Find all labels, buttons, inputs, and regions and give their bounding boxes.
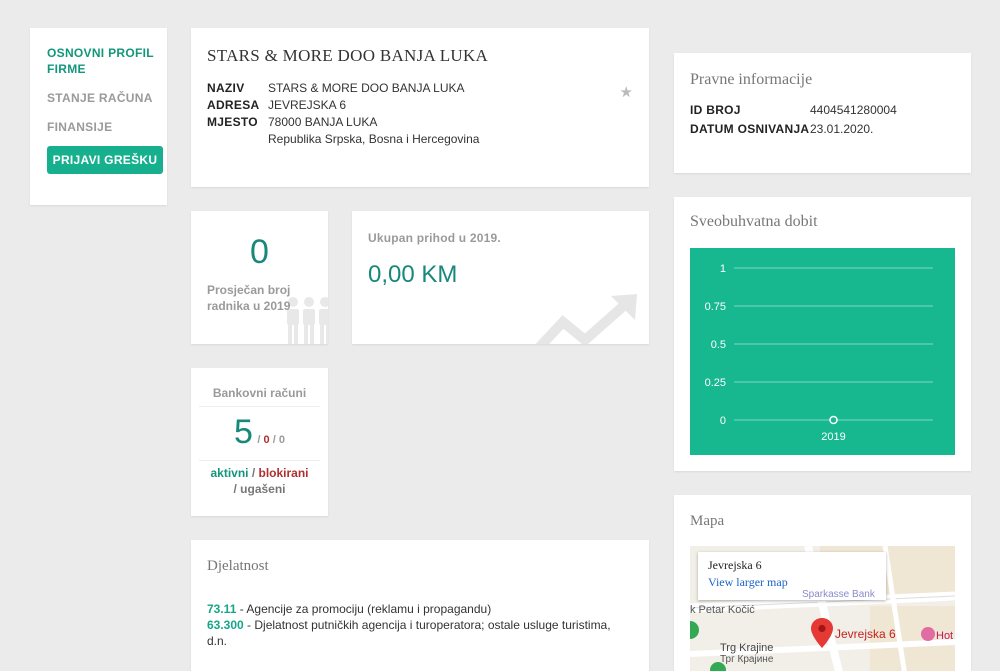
poi-label: Hot (936, 630, 954, 642)
activity-card: Djelatnost 73.11 - Agencije za promociju… (191, 540, 649, 671)
sidebar-item-finansije[interactable]: FINANSIJE (47, 119, 167, 135)
activity-header: Djelatnost (207, 558, 269, 574)
revenue-card: Ukupan prihod u 2019. 0,00 KM (352, 211, 649, 344)
naziv-label: NAZIV (207, 81, 245, 95)
adresa-value: JEVREJSKA 6 (268, 98, 347, 112)
profit-chart: 1 0.75 0.5 0.25 0 2019 (690, 248, 955, 455)
activity-item: 63.300 - Djelatnost putničkih agencija i… (207, 618, 611, 648)
sidebar: OSNOVNI PROFIL FIRME STANJE RAČUNA FINAN… (30, 28, 167, 205)
chart-data-point[interactable] (829, 415, 838, 425)
street-label: k Petar Kočić (690, 604, 755, 616)
activity-item: 73.11 - Agencije za promociju (reklamu i… (207, 602, 492, 616)
map-card: Mapa Jevrejska 6 View larger map k Petar… (674, 495, 971, 671)
chart-y-tick-label: 0 (720, 415, 726, 427)
activity-code: 63.300 (207, 618, 244, 632)
bank-accounts-header: Bankovni računi (199, 386, 320, 407)
profit-header: Sveobuhvatna dobit (690, 213, 818, 230)
profit-chart-svg: 1 0.75 0.5 0.25 0 2019 (705, 263, 933, 443)
activity-code: 73.11 (207, 602, 237, 616)
adresa-label: ADRESA (207, 98, 260, 112)
profit-card: Sveobuhvatna dobit 1 0.75 0.5 0.25 0 2019 (674, 197, 971, 471)
chart-y-tick-label: 1 (720, 263, 726, 275)
marker-label: Jevrejska 6 (835, 627, 896, 641)
map-marker-icon[interactable] (811, 618, 833, 648)
chart-y-tick-label: 0.5 (711, 339, 726, 351)
bank-accounts-counts: 5 / 0 / 0 (234, 413, 285, 451)
region-value: Republika Srpska, Bosna i Hercegovina (268, 132, 480, 146)
bank-legend: aktivni / blokirani / ugašeni (199, 460, 320, 497)
square-label: Trg Krajine (720, 642, 774, 654)
company-card: STARS & MORE DOO BANJA LUKA ★ NAZIV STAR… (191, 28, 649, 187)
star-icon[interactable]: ★ (620, 83, 633, 101)
trend-up-icon (535, 294, 637, 344)
chart-y-tick-label: 0.25 (705, 377, 726, 389)
id-value: 4404541280004 (810, 103, 897, 117)
bank-accounts-card: Bankovni računi 5 / 0 / 0 aktivni / blok… (191, 368, 328, 516)
date-label: DATUM OSNIVANJA (690, 122, 810, 136)
report-error-button[interactable]: PRIJAVI GREŠKU (47, 146, 163, 174)
legal-info-header: Pravne informacije (690, 71, 813, 88)
bank-active-count: 5 (234, 413, 253, 451)
map-view[interactable]: Jevrejska 6 View larger map k Petar Koči… (690, 546, 955, 671)
mjesto-value: 78000 BANJA LUKA (268, 115, 378, 129)
revenue-amount: 0,00 KM (368, 261, 458, 288)
mjesto-label: MJESTO (207, 115, 258, 129)
naziv-value: STARS & MORE DOO BANJA LUKA (268, 81, 465, 95)
workers-count: 0 (250, 233, 269, 271)
activity-text: Agencije za promociju (reklamu i propaga… (246, 602, 492, 616)
company-title: STARS & MORE DOO BANJA LUKA (207, 46, 489, 65)
legal-info-card: Pravne informacije ID BROJ 4404541280004… (674, 53, 971, 173)
revenue-label: Ukupan prihod u 2019. (368, 231, 501, 245)
sidebar-item-osnovni-profil[interactable]: OSNOVNI PROFIL FIRME (47, 45, 167, 77)
company-details: NAZIV STARS & MORE DOO BANJA LUKA ADRESA… (207, 81, 479, 149)
legend-blocked: blokirani (258, 466, 309, 480)
view-larger-map-link[interactable]: View larger map (708, 575, 788, 590)
legend-closed: / ugašeni (233, 482, 286, 496)
id-label: ID BROJ (690, 103, 741, 117)
map-popup-address: Jevrejska 6 (708, 558, 762, 572)
date-value: 23.01.2020. (810, 122, 874, 136)
workers-label: Prosječan broj radnika u 2019 (207, 283, 291, 313)
map-header: Mapa (690, 513, 725, 529)
legend-active: aktivni (210, 466, 249, 480)
bank-poi-label: Sparkasse Bank (802, 589, 875, 600)
chart-x-tick-label: 2019 (821, 431, 845, 443)
activity-text: Djelatnost putničkih agencija i turopera… (207, 618, 611, 648)
workers-card: 0 Prosječan broj radnika u 2019 (191, 211, 328, 344)
square-label-cyrillic: Трг Крајине (720, 654, 774, 665)
sidebar-item-stanje-racuna[interactable]: STANJE RAČUNA (47, 90, 167, 106)
chart-y-tick-label: 0.75 (705, 301, 726, 313)
bank-closed-count: 0 (278, 434, 285, 446)
